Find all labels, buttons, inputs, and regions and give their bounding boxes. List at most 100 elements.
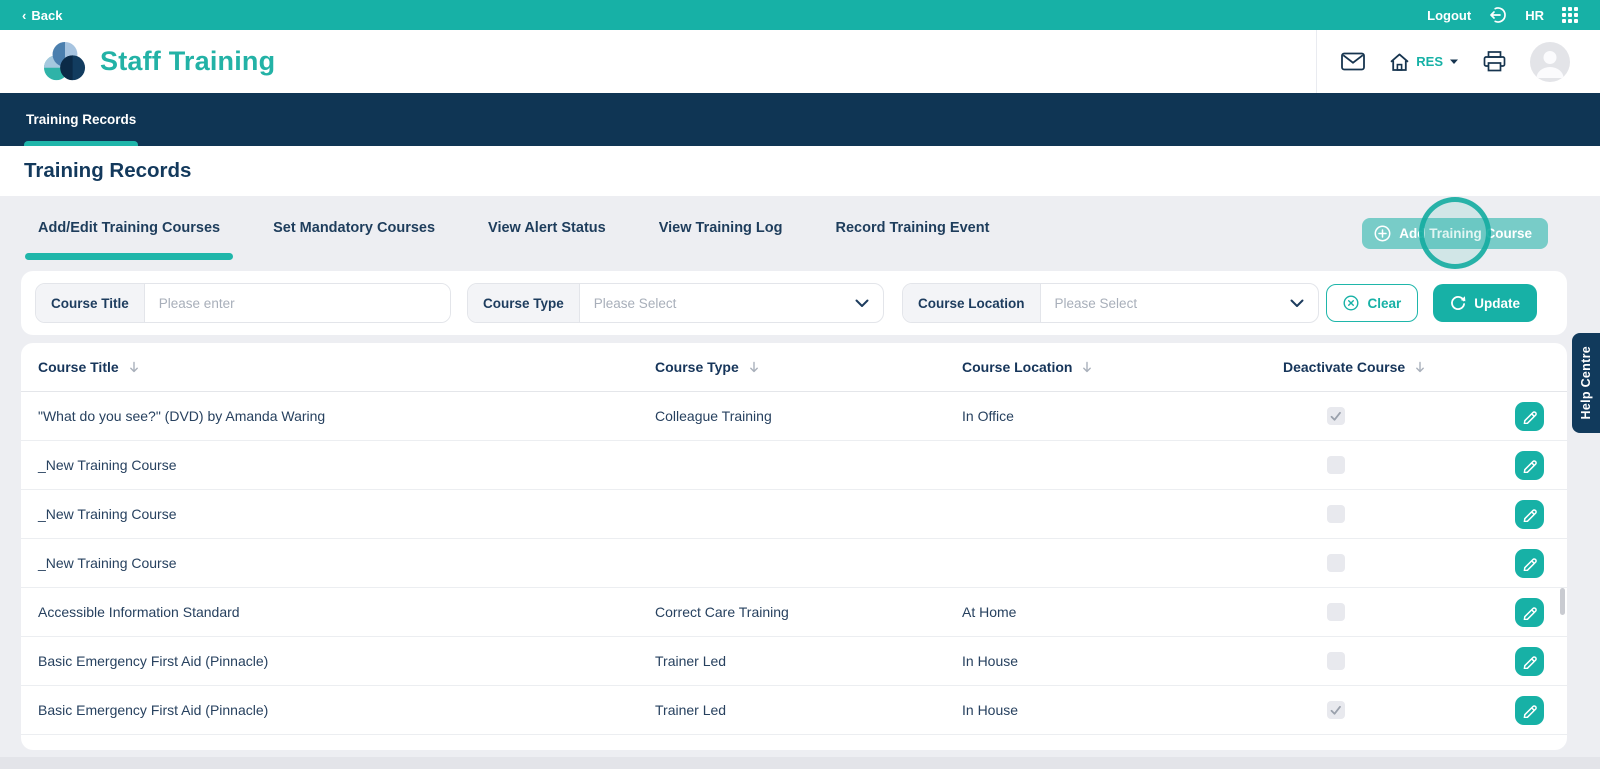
bottom-edge (0, 757, 1600, 769)
course-type-placeholder: Please Select (593, 295, 677, 311)
update-button[interactable]: Update (1433, 284, 1537, 322)
tabs: Add/Edit Training Courses Set Mandatory C… (25, 196, 1002, 260)
apps-grid-icon[interactable] (1562, 7, 1578, 23)
refresh-icon (1451, 296, 1466, 310)
update-button-label: Update (1474, 295, 1520, 311)
user-avatar[interactable] (1530, 41, 1570, 82)
pencil-icon (1523, 558, 1537, 571)
back-button[interactable]: ‹ Back (22, 8, 62, 23)
add-training-course-button[interactable]: Add Training Course (1362, 218, 1548, 249)
home-icon (1390, 53, 1409, 71)
deactivate-checkbox[interactable] (1327, 701, 1345, 719)
edit-course-button[interactable] (1515, 646, 1544, 676)
tab[interactable]: Add/Edit Training Courses (25, 196, 234, 260)
course-title-filter: Course Title (35, 283, 451, 323)
deactivate-checkbox[interactable] (1327, 407, 1345, 425)
column-label: Course Type (655, 359, 739, 375)
chevron-down-icon (855, 299, 869, 307)
app-header: Staff Training RES (0, 30, 1600, 93)
edit-course-button[interactable] (1515, 695, 1544, 725)
sort-arrow-icon (129, 361, 138, 372)
cell-course-location: At Home (962, 604, 1017, 620)
course-type-select[interactable]: Please Select (580, 284, 883, 322)
content-area: Add/Edit Training Courses Set Mandatory C… (0, 196, 1600, 769)
table-row: Basic Emergency First Aid (Pinnacle) Tra… (21, 686, 1567, 735)
tab[interactable]: View Training Log (646, 196, 796, 260)
exit-circle-icon[interactable] (1489, 6, 1507, 24)
cell-course-location: In House (962, 702, 1019, 718)
cell-course-type: Correct Care Training (655, 604, 789, 620)
help-centre-label: Help Centre (1579, 346, 1593, 420)
chevron-down-icon (1290, 299, 1304, 307)
pencil-icon (1523, 705, 1537, 718)
nav-item-training-records[interactable]: Training Records (24, 93, 139, 146)
help-centre-tab[interactable]: Help Centre (1572, 333, 1600, 433)
sort-course-location[interactable]: Course Location (962, 359, 1283, 375)
course-location-select[interactable]: Please Select (1041, 284, 1318, 322)
cell-course-type: Colleague Training (655, 408, 772, 424)
top-utility-bar: ‹ Back Logout HR (0, 0, 1600, 30)
filter-bar: Course Title Course Type Please Select C… (21, 271, 1567, 335)
column-label: Course Title (38, 359, 119, 375)
tab-label: Add/Edit Training Courses (38, 220, 221, 236)
table-header-row: Course Title Course Type Course Location… (21, 343, 1567, 392)
tab[interactable]: View Alert Status (475, 196, 619, 260)
print-icon[interactable] (1483, 51, 1506, 72)
tab[interactable]: Set Mandatory Courses (260, 196, 448, 260)
logout-button[interactable]: Logout (1427, 8, 1471, 23)
chevron-left-icon: ‹ (22, 7, 27, 23)
cell-course-type: Trainer Led (655, 653, 727, 669)
edit-course-button[interactable] (1515, 401, 1544, 431)
sort-arrow-icon (1416, 361, 1425, 372)
course-location-placeholder: Please Select (1054, 295, 1138, 311)
cell-course-type: Trainer Led (655, 702, 727, 718)
home-location-selector[interactable]: RES (1389, 52, 1459, 72)
table-row: _New Training Course (21, 441, 1567, 490)
edit-course-button[interactable] (1515, 548, 1544, 578)
deactivate-checkbox[interactable] (1327, 652, 1345, 670)
pencil-icon (1523, 607, 1537, 620)
caret-down-icon (1450, 59, 1458, 64)
cell-course-title: "What do you see?" (DVD) by Amanda Warin… (38, 408, 326, 424)
page-title: Training Records (24, 159, 192, 182)
cell-course-title: Accessible Information Standard (38, 604, 240, 620)
clear-button-label: Clear (1367, 295, 1402, 311)
cell-course-location: In Office (962, 408, 1014, 424)
edit-course-button[interactable] (1515, 597, 1544, 627)
hr-module-label[interactable]: HR (1525, 8, 1544, 23)
sort-deactivate-course[interactable]: Deactivate Course (1283, 359, 1515, 375)
sort-arrow-icon (749, 361, 758, 372)
sort-course-type[interactable]: Course Type (655, 359, 962, 375)
scrollbar-thumb[interactable] (1560, 588, 1565, 615)
table-row: "What do you see?" (DVD) by Amanda Warin… (21, 392, 1567, 441)
deactivate-checkbox[interactable] (1327, 554, 1345, 572)
app-logo (44, 41, 86, 80)
edit-course-button[interactable] (1515, 450, 1544, 480)
edit-course-button[interactable] (1515, 499, 1544, 529)
cell-course-title: _New Training Course (38, 555, 177, 571)
course-location-filter: Course Location Please Select (902, 283, 1319, 323)
pencil-icon (1523, 411, 1537, 424)
app-title: Staff Training (100, 46, 276, 76)
location-code: RES (1416, 54, 1443, 69)
plus-circle-icon (1374, 225, 1391, 242)
sort-course-title[interactable]: Course Title (21, 359, 655, 375)
nav-item-label: Training Records (26, 112, 137, 127)
mail-icon[interactable] (1341, 52, 1366, 71)
tab[interactable]: Record Training Event (823, 196, 1003, 260)
column-label: Deactivate Course (1283, 359, 1406, 375)
deactivate-checkbox[interactable] (1327, 505, 1345, 523)
deactivate-checkbox[interactable] (1327, 456, 1345, 474)
add-button-label: Add Training Course (1399, 226, 1532, 241)
module-nav-bar: Training Records (0, 93, 1600, 146)
course-location-filter-label: Course Location (903, 284, 1041, 322)
page-title-bar: Training Records (0, 146, 1600, 196)
deactivate-checkbox[interactable] (1327, 603, 1345, 621)
column-label: Course Location (962, 359, 1073, 375)
pencil-icon (1523, 460, 1537, 473)
back-label: Back (31, 7, 63, 23)
course-title-input[interactable] (144, 284, 450, 322)
clear-button[interactable]: Clear (1326, 284, 1419, 322)
pencil-icon (1523, 656, 1537, 669)
cell-course-title: Basic Emergency First Aid (Pinnacle) (38, 653, 269, 669)
